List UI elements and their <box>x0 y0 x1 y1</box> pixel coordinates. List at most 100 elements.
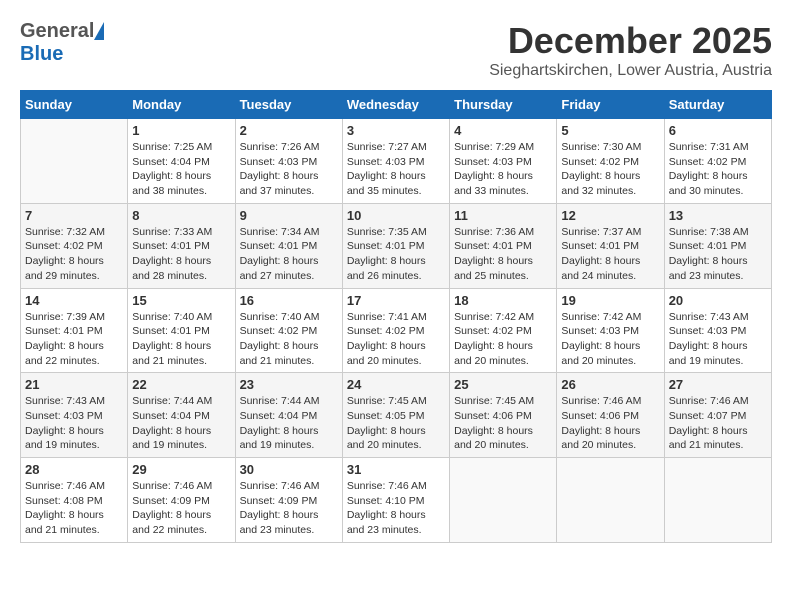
day-content: Sunrise: 7:43 AMSunset: 4:03 PMDaylight:… <box>25 394 123 453</box>
day-content: Sunrise: 7:34 AMSunset: 4:01 PMDaylight:… <box>240 225 338 284</box>
day-number: 10 <box>347 208 445 223</box>
calendar-week-row: 21 Sunrise: 7:43 AMSunset: 4:03 PMDayligh… <box>21 373 772 458</box>
calendar-cell <box>21 119 128 204</box>
calendar-cell: 23 Sunrise: 7:44 AMSunset: 4:04 PMDayligh… <box>235 373 342 458</box>
weekday-header-thursday: Thursday <box>450 91 557 119</box>
day-number: 1 <box>132 123 230 138</box>
calendar-cell <box>664 458 771 543</box>
calendar-cell: 30 Sunrise: 7:46 AMSunset: 4:09 PMDayligh… <box>235 458 342 543</box>
day-number: 6 <box>669 123 767 138</box>
day-content: Sunrise: 7:46 AMSunset: 4:09 PMDaylight:… <box>240 479 338 538</box>
calendar-cell: 18 Sunrise: 7:42 AMSunset: 4:02 PMDayligh… <box>450 288 557 373</box>
day-number: 2 <box>240 123 338 138</box>
day-content: Sunrise: 7:46 AMSunset: 4:08 PMDaylight:… <box>25 479 123 538</box>
calendar-cell: 3 Sunrise: 7:27 AMSunset: 4:03 PMDaylight… <box>342 119 449 204</box>
calendar-cell: 14Sunrise: 7:39 AMSunset: 4:01 PMDayligh… <box>21 288 128 373</box>
logo-blue: Blue <box>20 43 63 66</box>
calendar-header: SundayMondayTuesdayWednesdayThursdayFrid… <box>21 91 772 119</box>
day-content: Sunrise: 7:44 AMSunset: 4:04 PMDaylight:… <box>132 394 230 453</box>
day-content: Sunrise: 7:27 AMSunset: 4:03 PMDaylight:… <box>347 140 445 199</box>
calendar-cell <box>557 458 664 543</box>
day-number: 22 <box>132 377 230 392</box>
day-content: Sunrise: 7:46 AMSunset: 4:09 PMDaylight:… <box>132 479 230 538</box>
day-number: 23 <box>240 377 338 392</box>
day-number: 9 <box>240 208 338 223</box>
calendar-cell: 27 Sunrise: 7:46 AMSunset: 4:07 PMDayligh… <box>664 373 771 458</box>
day-content: Sunrise: 7:46 AMSunset: 4:07 PMDaylight:… <box>669 394 767 453</box>
day-content: Sunrise: 7:40 AMSunset: 4:01 PMDaylight:… <box>132 310 230 369</box>
day-content: Sunrise: 7:42 AMSunset: 4:03 PMDaylight:… <box>561 310 659 369</box>
day-content: Sunrise: 7:30 AMSunset: 4:02 PMDaylight:… <box>561 140 659 199</box>
day-number: 3 <box>347 123 445 138</box>
day-number: 29 <box>132 462 230 477</box>
day-content: Sunrise: 7:36 AMSunset: 4:01 PMDaylight:… <box>454 225 552 284</box>
day-content: Sunrise: 7:42 AMSunset: 4:02 PMDaylight:… <box>454 310 552 369</box>
calendar-body: 1Sunrise: 7:25 AMSunset: 4:04 PMDaylight… <box>21 119 772 543</box>
calendar-cell <box>450 458 557 543</box>
calendar-cell: 19 Sunrise: 7:42 AMSunset: 4:03 PMDayligh… <box>557 288 664 373</box>
calendar-cell: 6Sunrise: 7:31 AMSunset: 4:02 PMDaylight… <box>664 119 771 204</box>
location-subtitle: Sieghartskirchen, Lower Austria, Austria <box>489 62 772 80</box>
day-number: 14 <box>25 293 123 308</box>
weekday-header-sunday: Sunday <box>21 91 128 119</box>
day-content: Sunrise: 7:45 AMSunset: 4:06 PMDaylight:… <box>454 394 552 453</box>
day-number: 28 <box>25 462 123 477</box>
calendar-cell: 31 Sunrise: 7:46 AMSunset: 4:10 PMDayligh… <box>342 458 449 543</box>
calendar-cell: 5Sunrise: 7:30 AMSunset: 4:02 PMDaylight… <box>557 119 664 204</box>
calendar-cell: 26Sunrise: 7:46 AMSunset: 4:06 PMDayligh… <box>557 373 664 458</box>
weekday-header-wednesday: Wednesday <box>342 91 449 119</box>
day-content: Sunrise: 7:33 AMSunset: 4:01 PMDaylight:… <box>132 225 230 284</box>
calendar-cell: 12 Sunrise: 7:37 AMSunset: 4:01 PMDayligh… <box>557 203 664 288</box>
weekday-header-tuesday: Tuesday <box>235 91 342 119</box>
calendar-table: SundayMondayTuesdayWednesdayThursdayFrid… <box>20 90 772 543</box>
day-content: Sunrise: 7:46 AMSunset: 4:10 PMDaylight:… <box>347 479 445 538</box>
day-number: 18 <box>454 293 552 308</box>
calendar-week-row: 14Sunrise: 7:39 AMSunset: 4:01 PMDayligh… <box>21 288 772 373</box>
day-number: 4 <box>454 123 552 138</box>
calendar-cell: 7Sunrise: 7:32 AMSunset: 4:02 PMDaylight… <box>21 203 128 288</box>
day-content: Sunrise: 7:35 AMSunset: 4:01 PMDaylight:… <box>347 225 445 284</box>
day-content: Sunrise: 7:45 AMSunset: 4:05 PMDaylight:… <box>347 394 445 453</box>
calendar-cell: 24 Sunrise: 7:45 AMSunset: 4:05 PMDayligh… <box>342 373 449 458</box>
month-year-title: December 2025 <box>489 20 772 62</box>
day-number: 19 <box>561 293 659 308</box>
weekday-header-friday: Friday <box>557 91 664 119</box>
day-content: Sunrise: 7:38 AMSunset: 4:01 PMDaylight:… <box>669 225 767 284</box>
day-number: 27 <box>669 377 767 392</box>
day-number: 25 <box>454 377 552 392</box>
day-number: 24 <box>347 377 445 392</box>
weekday-header-saturday: Saturday <box>664 91 771 119</box>
day-number: 31 <box>347 462 445 477</box>
calendar-cell: 8 Sunrise: 7:33 AMSunset: 4:01 PMDaylight… <box>128 203 235 288</box>
logo-triangle-icon <box>94 22 104 40</box>
day-number: 11 <box>454 208 552 223</box>
day-content: Sunrise: 7:46 AMSunset: 4:06 PMDaylight:… <box>561 394 659 453</box>
calendar-cell: 11 Sunrise: 7:36 AMSunset: 4:01 PMDayligh… <box>450 203 557 288</box>
day-content: Sunrise: 7:44 AMSunset: 4:04 PMDaylight:… <box>240 394 338 453</box>
day-content: Sunrise: 7:37 AMSunset: 4:01 PMDaylight:… <box>561 225 659 284</box>
day-number: 8 <box>132 208 230 223</box>
day-content: Sunrise: 7:32 AMSunset: 4:02 PMDaylight:… <box>25 225 123 284</box>
day-content: Sunrise: 7:43 AMSunset: 4:03 PMDaylight:… <box>669 310 767 369</box>
day-number: 30 <box>240 462 338 477</box>
calendar-week-row: 7Sunrise: 7:32 AMSunset: 4:02 PMDaylight… <box>21 203 772 288</box>
calendar-cell: 15 Sunrise: 7:40 AMSunset: 4:01 PMDayligh… <box>128 288 235 373</box>
day-number: 17 <box>347 293 445 308</box>
calendar-cell: 29 Sunrise: 7:46 AMSunset: 4:09 PMDayligh… <box>128 458 235 543</box>
day-number: 21 <box>25 377 123 392</box>
calendar-cell: 21 Sunrise: 7:43 AMSunset: 4:03 PMDayligh… <box>21 373 128 458</box>
day-number: 13 <box>669 208 767 223</box>
day-number: 15 <box>132 293 230 308</box>
logo: General Blue <box>20 20 104 66</box>
calendar-week-row: 1Sunrise: 7:25 AMSunset: 4:04 PMDaylight… <box>21 119 772 204</box>
calendar-cell: 16Sunrise: 7:40 AMSunset: 4:02 PMDayligh… <box>235 288 342 373</box>
title-block: December 2025 Sieghartskirchen, Lower Au… <box>489 20 772 80</box>
day-content: Sunrise: 7:29 AMSunset: 4:03 PMDaylight:… <box>454 140 552 199</box>
calendar-cell: 25 Sunrise: 7:45 AMSunset: 4:06 PMDayligh… <box>450 373 557 458</box>
weekday-header-monday: Monday <box>128 91 235 119</box>
day-number: 20 <box>669 293 767 308</box>
calendar-cell: 10 Sunrise: 7:35 AMSunset: 4:01 PMDayligh… <box>342 203 449 288</box>
page-header: General Blue December 2025 Sieghartskirc… <box>20 20 772 80</box>
day-number: 12 <box>561 208 659 223</box>
day-content: Sunrise: 7:41 AMSunset: 4:02 PMDaylight:… <box>347 310 445 369</box>
